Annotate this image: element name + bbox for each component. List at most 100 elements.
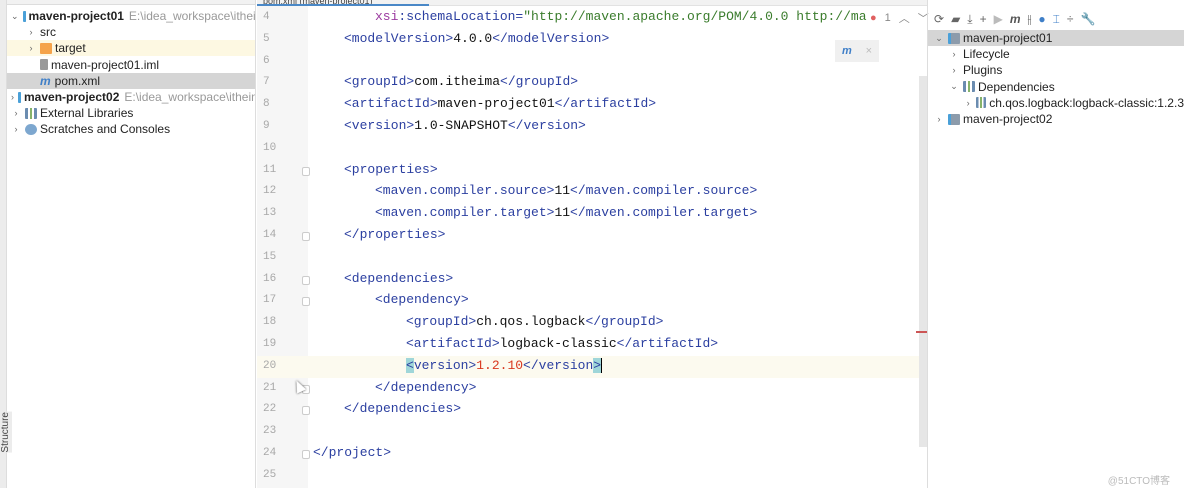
structure-tool-button[interactable]: Structure bbox=[0, 412, 12, 453]
maven-reload-icon[interactable]: m bbox=[842, 45, 852, 57]
fold-marker-icon[interactable] bbox=[302, 450, 310, 459]
chevron-right-icon[interactable]: › bbox=[949, 49, 959, 59]
tree-item[interactable]: › target bbox=[7, 40, 255, 57]
settings-wrench-icon[interactable]: 🔧 bbox=[1080, 12, 1095, 26]
code-line[interactable]: <dependency> bbox=[375, 292, 469, 307]
tree-item[interactable]: › maven-project02 E:\idea_workspace\itheim… bbox=[7, 89, 255, 105]
chevron-right-icon[interactable]: › bbox=[26, 27, 36, 37]
inspection-widget[interactable]: ● 1 ︿ ﹀ bbox=[870, 10, 929, 26]
fold-marker-icon[interactable] bbox=[302, 297, 310, 307]
maven-panel: ⟳ ▰ ⤓ + ▶ m ⫲ ● ⌶ ÷ 🔧 ⌄ maven-project01 › L… bbox=[928, 0, 1184, 488]
maven-module-icon bbox=[948, 113, 960, 125]
line-number: 12 bbox=[263, 185, 277, 198]
chevron-right-icon[interactable]: › bbox=[11, 124, 21, 134]
code-line[interactable]: <maven.compiler.target>11</maven.compile… bbox=[375, 205, 757, 220]
toggle-offline-icon[interactable]: ⫲ bbox=[1028, 12, 1032, 27]
code-line[interactable]: </dependency> bbox=[375, 380, 476, 395]
tree-item[interactable]: › Lifecycle bbox=[928, 46, 1184, 62]
dependencies-icon bbox=[963, 81, 975, 93]
tree-item-label: ch.qos.logback:logback-classic:1.2.3 bbox=[989, 95, 1184, 110]
code-line[interactable]: <artifactId>maven-project01</artifactId> bbox=[344, 96, 656, 111]
code-token: ch.qos.logback bbox=[476, 314, 586, 330]
download-icon[interactable]: ⤓ bbox=[967, 12, 972, 27]
code-line[interactable]: <artifactId>logback-classic</artifactId> bbox=[406, 336, 718, 351]
skip-tests-icon[interactable]: ● bbox=[1038, 12, 1045, 26]
run-icon[interactable]: ▶ bbox=[994, 12, 1003, 26]
tree-item-label: maven-project01 bbox=[963, 31, 1053, 45]
code-token: xsi bbox=[375, 9, 399, 24]
reload-icon[interactable]: ⟳ bbox=[934, 12, 944, 26]
add-icon[interactable]: + bbox=[980, 12, 987, 26]
generate-sources-icon[interactable]: ▰ bbox=[951, 12, 960, 26]
fold-marker-icon[interactable] bbox=[302, 166, 310, 176]
iml-file-icon bbox=[40, 59, 48, 71]
line-number: 5 bbox=[263, 32, 270, 45]
chevron-down-icon[interactable]: ⌄ bbox=[934, 33, 944, 44]
maven-toolbar: ⟳ ▰ ⤓ + ▶ m ⫲ ● ⌶ ÷ 🔧 bbox=[928, 8, 1184, 30]
chevron-right-icon[interactable]: › bbox=[11, 108, 21, 118]
chevron-down-icon[interactable]: ⌄ bbox=[11, 11, 19, 22]
error-count: 1 bbox=[884, 12, 891, 24]
fold-marker-icon[interactable] bbox=[302, 406, 310, 416]
code-token: "http://maven.apache.org/POM/4.0.0 http:… bbox=[523, 9, 867, 24]
chevron-right-icon[interactable]: › bbox=[934, 114, 944, 124]
code-line[interactable]: <modelVersion>4.0.0</modelVersion> bbox=[344, 31, 609, 46]
maven-module-icon bbox=[948, 32, 960, 44]
chevron-right-icon[interactable]: › bbox=[949, 65, 959, 75]
code-token: </artifactId> bbox=[554, 96, 657, 112]
code-line[interactable]: <maven.compiler.source>11</maven.compile… bbox=[375, 183, 757, 198]
tree-item[interactable]: › src bbox=[7, 24, 255, 40]
code-line[interactable]: <version>1.2.10</version> bbox=[406, 357, 603, 373]
code-token: <groupId> bbox=[406, 314, 477, 330]
line-number: 14 bbox=[263, 229, 277, 241]
tree-item[interactable]: ⌄ maven-project01 bbox=[928, 30, 1184, 46]
code-token: </dependency> bbox=[375, 379, 477, 395]
code-token: version> bbox=[413, 357, 477, 373]
code-token: </artifactId> bbox=[616, 336, 719, 351]
code-token: </version> bbox=[507, 118, 586, 133]
fold-marker-icon[interactable] bbox=[302, 232, 310, 241]
code-token: <version> bbox=[344, 118, 415, 133]
tree-item[interactable]: › External Libraries bbox=[7, 105, 255, 121]
code-token: </groupId> bbox=[500, 74, 579, 90]
error-icon: ● bbox=[870, 12, 877, 24]
error-stripe-mark[interactable] bbox=[916, 331, 927, 333]
tree-item[interactable]: m pom.xml bbox=[7, 72, 255, 89]
code-line[interactable]: <dependencies> bbox=[344, 271, 453, 286]
code-line[interactable]: <properties> bbox=[344, 162, 438, 177]
line-number: 23 bbox=[263, 425, 277, 438]
execute-goal-icon[interactable]: m bbox=[1010, 12, 1021, 26]
tree-item[interactable]: › ch.qos.logback:logback-classic:1.2.3 bbox=[928, 95, 1184, 111]
fold-marker-icon[interactable] bbox=[302, 275, 310, 285]
code-token: :schemaLocation= bbox=[398, 9, 524, 24]
code-line[interactable]: <groupId>ch.qos.logback</groupId> bbox=[406, 314, 663, 329]
tree-item[interactable]: ⌄ maven-project01 E:\idea_workspace\itheim… bbox=[7, 8, 255, 24]
editor-scrollbar[interactable] bbox=[919, 76, 927, 447]
tree-item[interactable]: maven-project01.iml bbox=[7, 57, 255, 73]
code-line[interactable]: </properties> bbox=[344, 227, 445, 242]
line-number: 11 bbox=[263, 163, 277, 176]
tree-item-label: Dependencies bbox=[978, 79, 1055, 94]
tree-item[interactable]: ⌄ Dependencies bbox=[928, 79, 1184, 95]
chevron-right-icon[interactable]: › bbox=[26, 43, 36, 53]
chevron-right-icon[interactable]: › bbox=[964, 98, 972, 108]
code-line[interactable]: <groupId>com.itheima</groupId> bbox=[344, 74, 578, 89]
code-line[interactable]: xsi:schemaLocation="http://maven.apache.… bbox=[375, 9, 867, 24]
code-line[interactable]: <version>1.0-SNAPSHOT</version> bbox=[344, 118, 586, 133]
module-icon bbox=[18, 91, 21, 103]
code-line[interactable]: </project> bbox=[313, 445, 391, 460]
code-token: <artifactId> bbox=[406, 336, 500, 351]
code-token: <groupId> bbox=[344, 74, 415, 90]
chevron-right-icon[interactable]: › bbox=[11, 92, 14, 102]
code-line[interactable]: </dependencies> bbox=[344, 401, 461, 416]
collapse-all-icon[interactable]: ÷ bbox=[1067, 12, 1074, 26]
line-number: 17 bbox=[263, 294, 277, 307]
chevron-down-icon[interactable]: ⌄ bbox=[949, 81, 959, 92]
line-number: 10 bbox=[263, 141, 277, 154]
prev-highlight-icon[interactable]: ︿ bbox=[899, 10, 910, 26]
tree-item[interactable]: › maven-project02 bbox=[928, 111, 1184, 127]
tree-item[interactable]: › Plugins bbox=[928, 62, 1184, 78]
close-icon[interactable]: × bbox=[866, 45, 872, 57]
show-diagram-icon[interactable]: ⌶ bbox=[1053, 12, 1060, 27]
tree-item[interactable]: › Scratches and Consoles bbox=[7, 121, 255, 137]
